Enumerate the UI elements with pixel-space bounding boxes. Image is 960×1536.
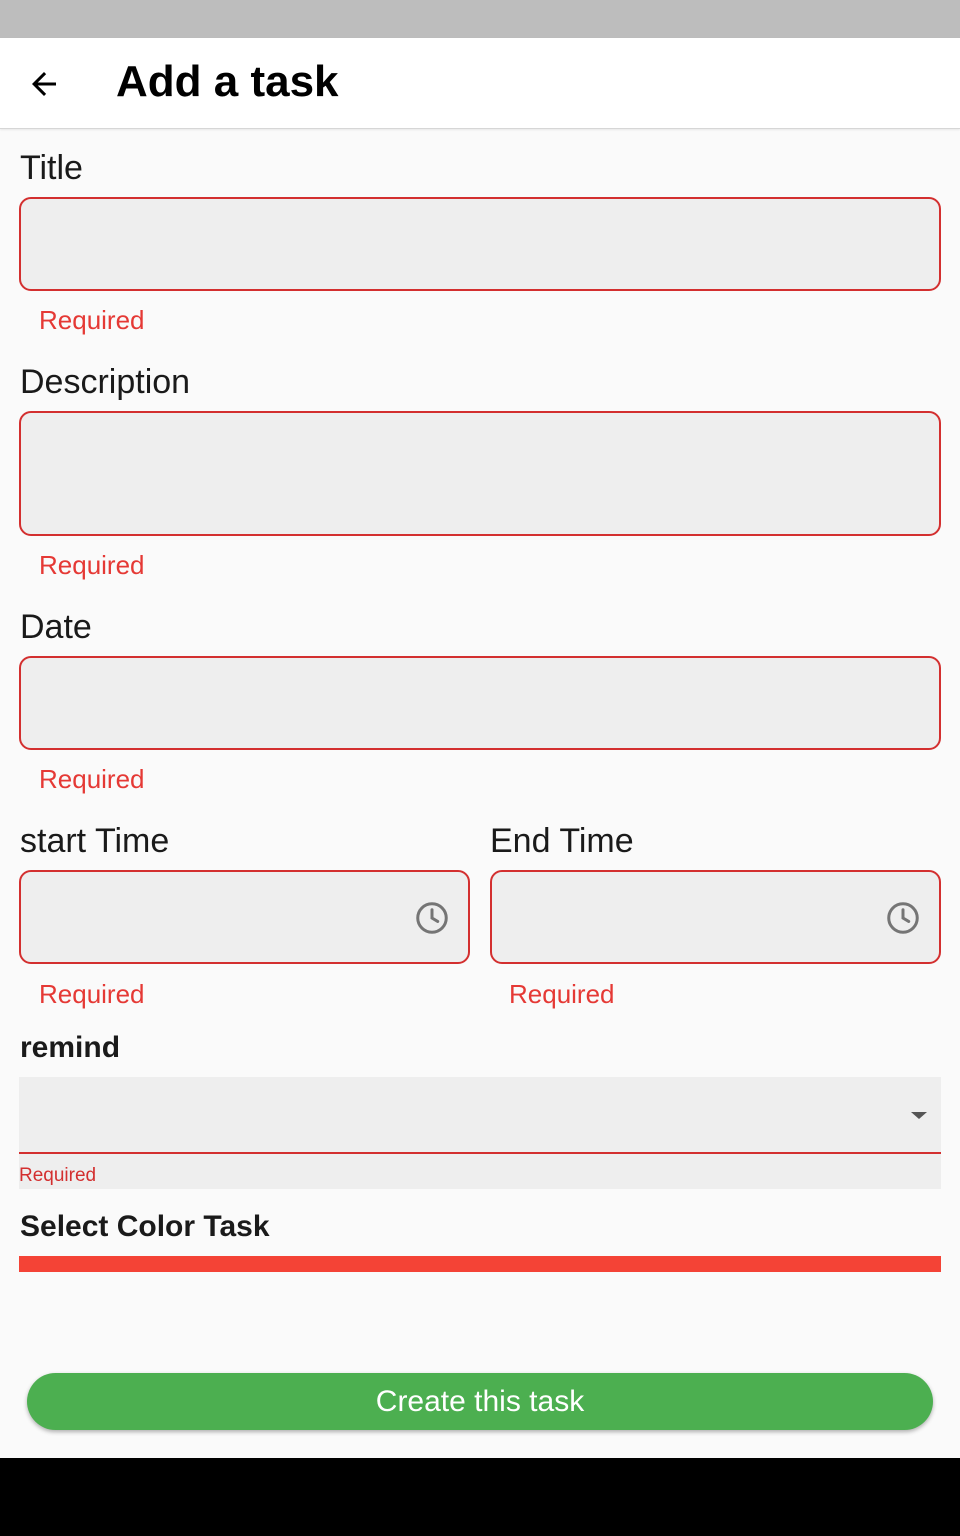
status-bar xyxy=(0,0,960,38)
title-error: Required xyxy=(39,305,145,335)
start-time-error: Required xyxy=(39,979,145,1009)
remind-dropdown[interactable]: Required xyxy=(19,1077,941,1189)
start-time-input[interactable] xyxy=(21,872,468,962)
remind-error: Required xyxy=(19,1165,97,1186)
start-time-label: start Time xyxy=(20,822,170,860)
clock-icon[interactable] xyxy=(414,900,450,936)
end-time-field xyxy=(490,870,941,964)
remind-underline xyxy=(19,1152,941,1154)
date-error: Required xyxy=(39,764,145,794)
app-bar: Add a task xyxy=(0,38,960,129)
end-time-input[interactable] xyxy=(492,872,939,962)
start-time-field xyxy=(19,870,470,964)
caret-down-icon xyxy=(911,1112,927,1119)
create-task-button[interactable]: Create this task xyxy=(27,1373,933,1430)
clock-icon[interactable] xyxy=(885,900,921,936)
description-input[interactable] xyxy=(21,413,939,534)
back-button[interactable] xyxy=(14,54,74,114)
navigation-bar xyxy=(0,1458,960,1536)
title-input[interactable] xyxy=(21,199,939,289)
date-label: Date xyxy=(20,608,92,646)
description-field xyxy=(19,411,941,536)
color-selector[interactable] xyxy=(19,1256,941,1272)
arrow-left-icon xyxy=(32,72,56,96)
end-time-label: End Time xyxy=(490,822,634,860)
page-title: Add a task xyxy=(116,57,339,106)
date-input[interactable] xyxy=(21,658,939,748)
description-label: Description xyxy=(20,363,191,401)
remind-label: remind xyxy=(20,1031,121,1064)
color-label: Select Color Task xyxy=(20,1210,270,1243)
title-field xyxy=(19,197,941,291)
description-error: Required xyxy=(39,550,145,580)
title-label: Title xyxy=(20,149,83,187)
date-field xyxy=(19,656,941,750)
end-time-error: Required xyxy=(509,979,615,1009)
